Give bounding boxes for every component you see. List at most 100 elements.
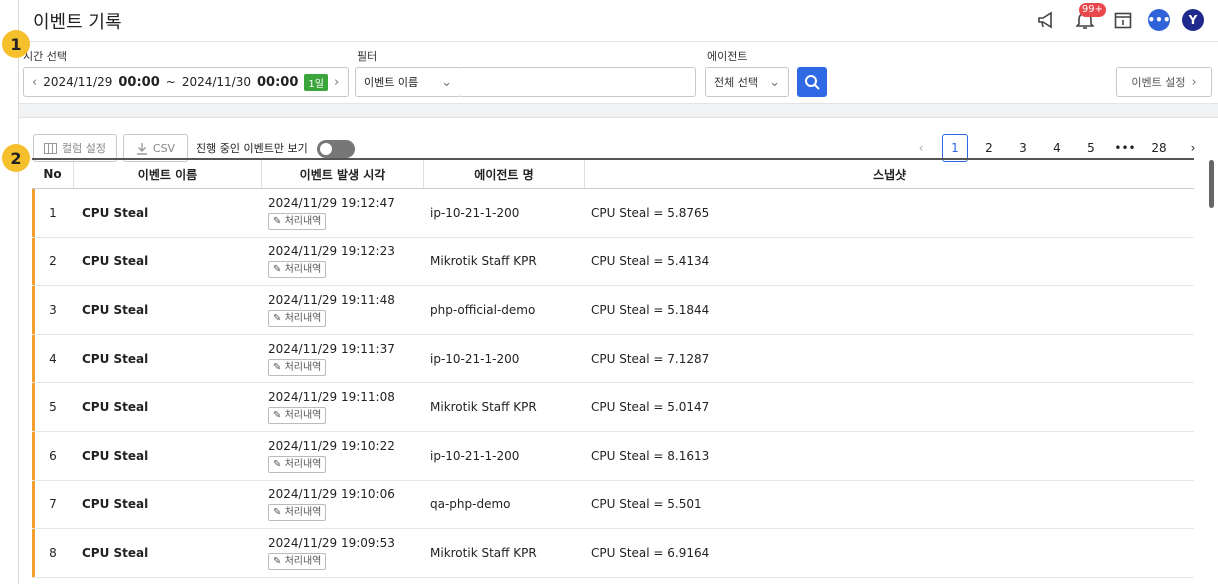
pencil-icon: ✎ [273,555,282,567]
page-header: 이벤트 기록 99+ ••• Y [19,0,1218,42]
history-label: 처리내역 [284,361,322,373]
filter-type-select[interactable]: 이벤트 이름 ⌄ [355,67,461,97]
callout-marker-2: 2 [2,144,30,172]
table-header: No 이벤트 이름 이벤트 발생 시각 에이전트 명 스냅샷 [32,158,1194,189]
row-no: 4 [49,351,57,366]
row-event-name: CPU Steal [82,351,149,366]
avatar[interactable]: Y [1182,9,1204,31]
history-button[interactable]: ✎ 처리내역 [268,504,327,522]
table-scrollbar[interactable] [1209,160,1214,208]
col-header-event-time[interactable]: 이벤트 발생 시각 [262,160,424,188]
col-header-no[interactable]: No [32,160,74,188]
table-row[interactable]: 2 CPU Steal 2024/11/29 19:12:23 ✎ 처리내역 Mikro… [32,237,1194,287]
history-button[interactable]: ✎ 처리내역 [268,552,327,570]
row-event-time: 2024/11/29 19:12:23 [268,244,395,259]
table-row[interactable]: 4 CPU Steal 2024/11/29 19:11:37 ✎ 처리내역 ip-10… [32,334,1194,384]
row-no: 2 [49,254,57,269]
col-header-snapshot[interactable]: 스냅샷 [585,160,1194,188]
notification-badge: 99+ [1078,3,1106,17]
table-row[interactable]: 1 CPU Steal 2024/11/29 19:12:47 ✎ 처리내역 ip-10… [32,189,1194,238]
pencil-icon: ✎ [273,410,282,422]
row-no: 6 [49,448,57,463]
row-no: 1 [49,205,57,220]
chevron-down-icon: ⌄ [769,74,780,90]
search-button[interactable] [797,67,827,97]
table-row[interactable]: 8 CPU Steal 2024/11/29 19:09:53 ✎ 처리내역 Mikro… [32,529,1194,578]
row-snapshot: CPU Steal = 5.1844 [591,302,710,317]
row-agent-name: ip-10-21-1-200 [430,448,520,463]
row-event-time: 2024/11/29 19:11:37 [268,341,395,356]
header-icons: 99+ ••• Y [1034,3,1204,33]
section-divider [19,104,1218,118]
history-button[interactable]: ✎ 처리내역 [268,358,327,376]
chevron-right-icon[interactable]: › [334,75,339,90]
row-event-time-cell: 2024/11/29 19:12:23 ✎ 처리내역 [262,238,424,286]
event-settings-button[interactable]: 이벤트 설정 › [1116,67,1212,97]
row-event-time: 2024/11/29 19:09:53 [268,535,395,550]
row-agent-name: Mikrotik Staff KPR [430,254,537,269]
chevron-left-icon[interactable]: ‹ [32,75,37,90]
bell-icon[interactable]: 99+ [1072,3,1106,33]
callout-marker-1: 1 [2,30,30,58]
time-label: 시간 선택 [23,50,67,63]
row-no: 3 [49,302,57,317]
megaphone-icon[interactable] [1034,7,1060,33]
table-row[interactable]: 7 CPU Steal 2024/11/29 19:10:06 ✎ 처리내역 qa-ph… [32,480,1194,530]
col-header-event-name[interactable]: 이벤트 이름 [74,160,262,188]
row-event-name: CPU Steal [82,545,149,560]
time-range-tag: 1일 [304,73,328,91]
row-no: 7 [49,497,57,512]
ongoing-only-toggle[interactable] [317,140,355,158]
filter-bar: 시간 선택 ‹ 2024/11/29 00:00 ~ 2024/11/30 00… [19,42,1218,104]
row-event-time: 2024/11/29 19:10:06 [268,487,395,502]
time-start-date: 2024/11/29 [43,75,113,89]
agent-label: 에이전트 [707,50,748,63]
time-start-time: 00:00 [118,74,160,90]
time-end-time: 00:00 [257,74,299,90]
pencil-icon: ✎ [273,215,282,227]
row-event-name: CPU Steal [82,205,149,220]
row-snapshot: CPU Steal = 8.1613 [591,448,710,463]
history-label: 처리내역 [284,264,322,276]
columns-icon [44,142,57,154]
time-end-date: 2024/11/30 [181,75,251,89]
history-button[interactable]: ✎ 처리내역 [268,455,327,473]
history-button[interactable]: ✎ 처리내역 [268,407,327,425]
pencil-icon: ✎ [273,458,282,470]
table-row[interactable]: 3 CPU Steal 2024/11/29 19:11:48 ✎ 처리내역 php-o… [32,286,1194,335]
row-event-time-cell: 2024/11/29 19:11:48 ✎ 처리내역 [262,286,424,334]
row-snapshot: CPU Steal = 5.501 [591,497,702,512]
pencil-icon: ✎ [273,507,282,519]
row-event-time-cell: 2024/11/29 19:12:47 ✎ 처리내역 [262,189,424,237]
table-row[interactable]: 6 CPU Steal 2024/11/29 19:10:22 ✎ 처리내역 ip-10… [32,431,1194,481]
row-event-name: CPU Steal [82,400,149,415]
row-event-time: 2024/11/29 19:12:47 [268,195,395,210]
history-button[interactable]: ✎ 처리내역 [268,309,327,327]
row-event-name: CPU Steal [82,448,149,463]
ongoing-only-label: 진행 중인 이벤트만 보기 [196,142,308,155]
row-event-time-cell: 2024/11/29 19:11:37 ✎ 처리내역 [262,335,424,383]
row-no: 5 [49,400,57,415]
pencil-icon: ✎ [273,361,282,373]
download-icon [136,142,147,155]
row-event-time-cell: 2024/11/29 19:11:08 ✎ 처리내역 [262,383,424,431]
row-snapshot: CPU Steal = 6.9164 [591,545,710,560]
time-range-picker[interactable]: ‹ 2024/11/29 00:00 ~ 2024/11/30 00:00 1일… [23,67,349,97]
agent-select-value: 전체 선택 [714,76,758,89]
chat-icon[interactable]: ••• [1148,9,1171,31]
table-row[interactable]: 5 CPU Steal 2024/11/29 19:11:08 ✎ 처리내역 Mikro… [32,383,1194,432]
col-header-agent-name[interactable]: 에이전트 명 [424,160,585,188]
row-agent-name: Mikrotik Staff KPR [430,545,537,560]
chevron-down-icon: ⌄ [441,74,452,90]
row-event-time: 2024/11/29 19:10:22 [268,438,395,453]
history-button[interactable]: ✎ 처리내역 [268,212,327,230]
agent-select[interactable]: 전체 선택 ⌄ [705,67,789,97]
filter-text-input[interactable] [460,67,696,97]
calendar-icon[interactable] [1110,7,1136,33]
history-label: 처리내역 [284,507,322,519]
row-event-name: CPU Steal [82,497,149,512]
row-agent-name: php-official-demo [430,302,536,317]
history-button[interactable]: ✎ 처리내역 [268,261,327,279]
row-snapshot: CPU Steal = 5.8765 [591,205,710,220]
csv-label: CSV [152,141,176,155]
